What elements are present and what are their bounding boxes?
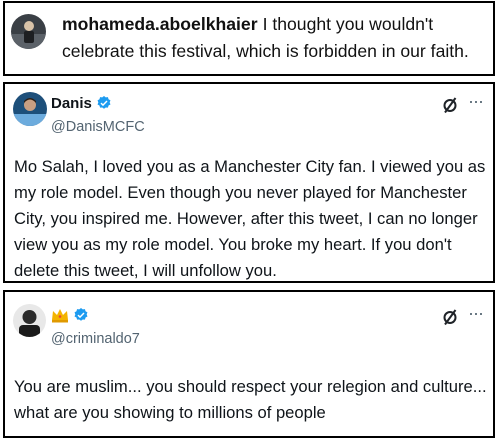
tweet-card-criminaldo7: @criminaldo7 ··· You are muslim... you s… (3, 290, 495, 438)
verified-badge-icon (73, 307, 89, 323)
tweet-text: You are muslim... you should respect you… (14, 377, 487, 422)
comment-text-block: mohameda.aboelkhaier I thought you wouldn… (62, 11, 492, 65)
more-options-icon[interactable]: ··· (468, 92, 484, 110)
tweet-author-handle[interactable]: @DanisMCFC (51, 119, 145, 135)
tweet-text: Mo Salah, I loved you as a Manchester Ci… (14, 157, 486, 280)
verified-badge-icon (96, 95, 112, 111)
grok-icon[interactable] (441, 308, 459, 326)
tweet-author-handle[interactable]: @criminaldo7 (51, 331, 140, 347)
tweet-author-avatar[interactable] (13, 304, 46, 337)
tweet-author-avatar[interactable] (13, 92, 47, 126)
commenter-username[interactable]: mohameda.aboelkhaier (62, 14, 258, 34)
crown-emoji-icon (51, 307, 69, 323)
commenter-avatar[interactable] (11, 14, 46, 49)
tweet-author-name[interactable]: Danis (51, 95, 92, 112)
more-options-icon[interactable]: ··· (468, 304, 484, 322)
tweet-card-danis: Danis @DanisMCFC ··· Mo Salah, I loved y… (3, 82, 495, 283)
instagram-comment-card: mohameda.aboelkhaier I thought you wouldn… (3, 1, 495, 76)
grok-icon[interactable] (441, 96, 459, 114)
